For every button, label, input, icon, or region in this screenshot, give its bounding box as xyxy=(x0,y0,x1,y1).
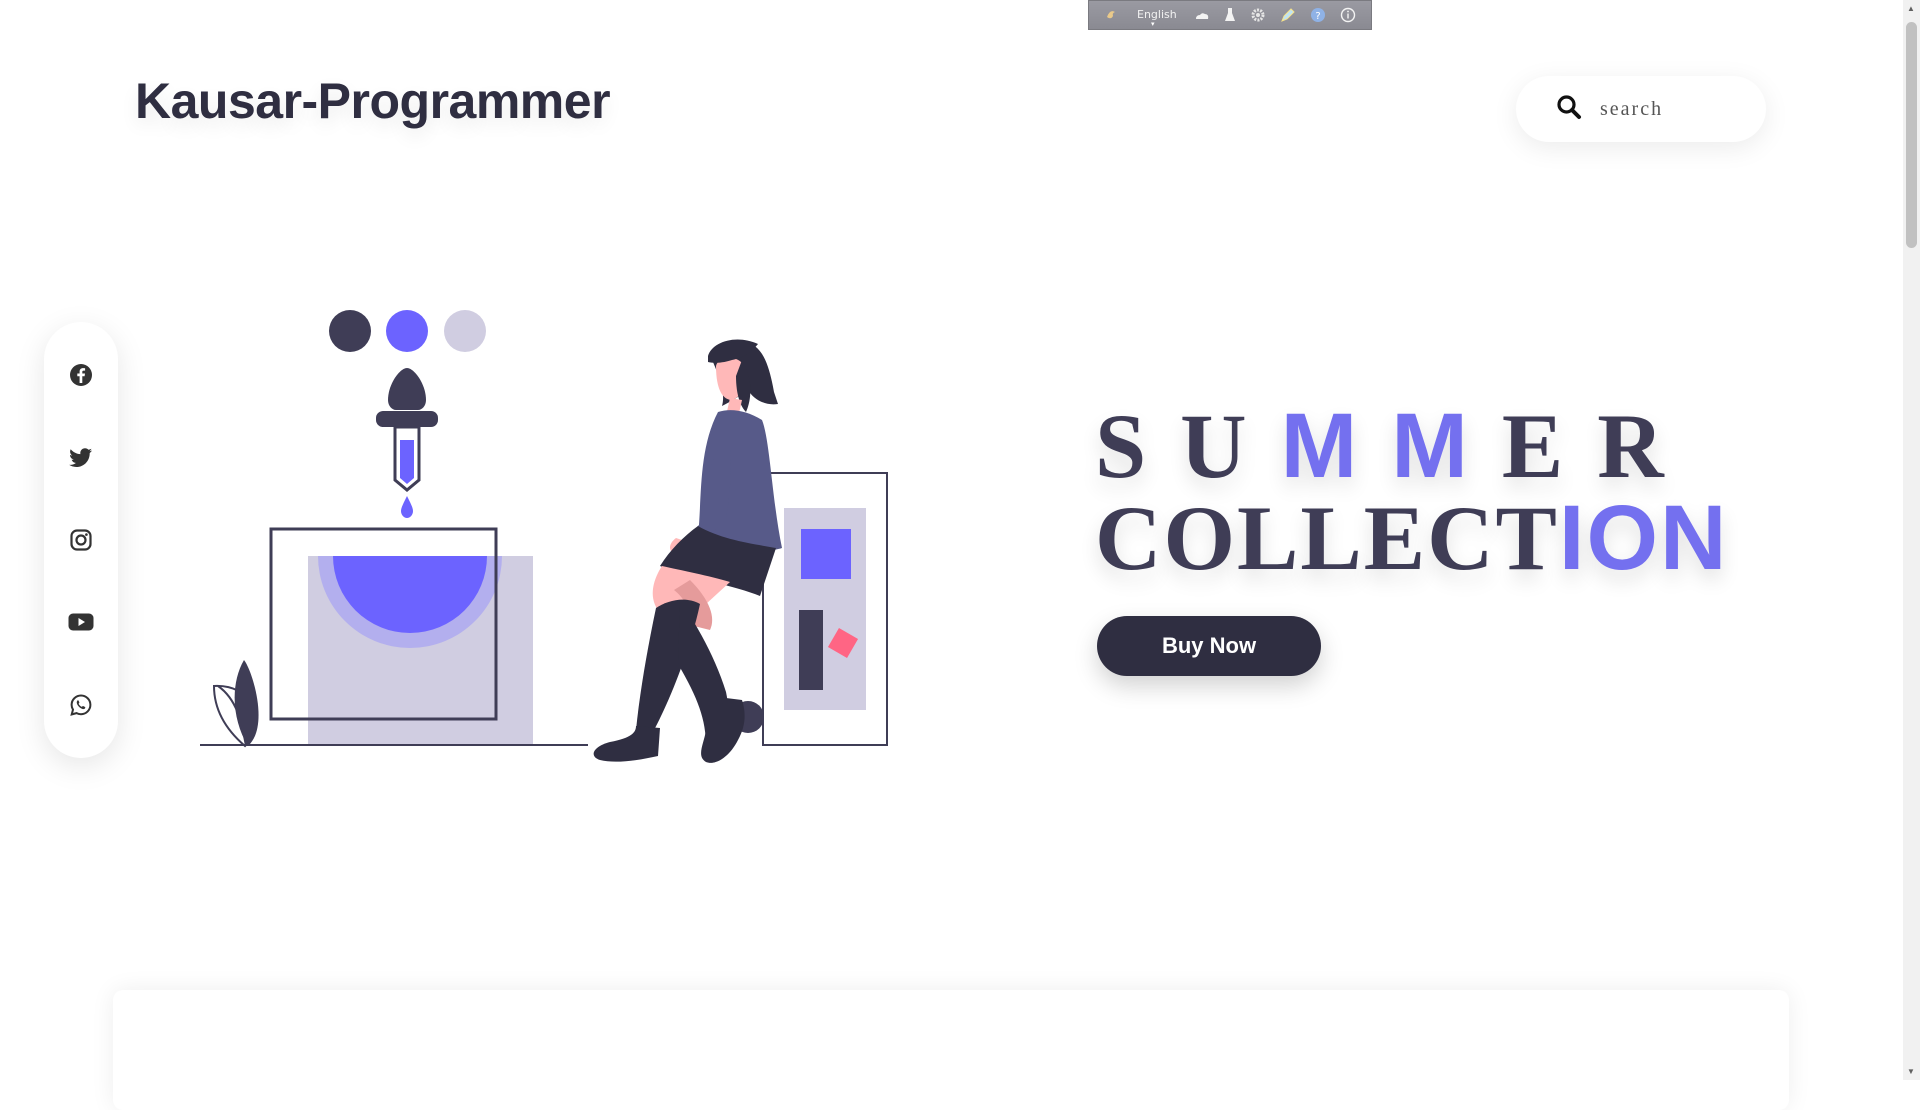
svg-text:?: ? xyxy=(1315,11,1320,22)
scrollbar-thumb[interactable] xyxy=(1906,22,1917,248)
hero-line-collection: COLLECTION xyxy=(1095,492,1728,584)
logo-icon[interactable] xyxy=(1104,6,1120,24)
search-icon[interactable] xyxy=(1556,94,1582,125)
gear-icon[interactable] xyxy=(1250,6,1266,24)
page-scrollbar[interactable]: ▲ ▼ xyxy=(1903,0,1920,1080)
info-icon[interactable] xyxy=(1340,6,1356,24)
dot-light xyxy=(444,310,486,352)
hero-line-summer: SUMMER xyxy=(1095,400,1728,492)
hero-line1-part-b: ER xyxy=(1501,395,1698,497)
help-icon[interactable]: ? xyxy=(1310,6,1326,24)
dot-accent xyxy=(386,310,428,352)
hero-heading: SUMMER COLLECTION xyxy=(1095,400,1728,584)
content-card xyxy=(113,990,1789,1110)
twitter-icon[interactable] xyxy=(68,445,94,471)
floating-toolbar: English ? xyxy=(1088,0,1372,30)
hero-line1-part-a: SU xyxy=(1095,395,1281,497)
hero-illustration xyxy=(170,300,900,770)
hero-line2-accent: ION xyxy=(1558,487,1729,589)
search-input[interactable] xyxy=(1598,96,1742,122)
language-selector[interactable]: English xyxy=(1137,8,1177,28)
flask-icon[interactable] xyxy=(1224,6,1236,24)
youtube-icon[interactable] xyxy=(68,609,94,635)
site-logo[interactable]: Kausar-Programmer xyxy=(135,72,611,130)
buy-now-button[interactable]: Buy Now xyxy=(1097,616,1321,676)
whatsapp-icon[interactable] xyxy=(68,692,94,718)
cloud-icon[interactable] xyxy=(1194,6,1210,24)
social-sidebar xyxy=(44,322,118,758)
hero-line1-accent: MM xyxy=(1280,395,1502,497)
dot-dark xyxy=(329,310,371,352)
search-box[interactable] xyxy=(1516,76,1766,142)
instagram-icon[interactable] xyxy=(68,527,94,553)
scroll-down-arrow-icon[interactable]: ▼ xyxy=(1907,1067,1915,1076)
pen-icon[interactable] xyxy=(1280,6,1296,24)
scroll-up-arrow-icon[interactable]: ▲ xyxy=(1907,4,1915,13)
facebook-icon[interactable] xyxy=(68,362,94,388)
hero-line2-part-a: COLLECT xyxy=(1095,487,1559,589)
